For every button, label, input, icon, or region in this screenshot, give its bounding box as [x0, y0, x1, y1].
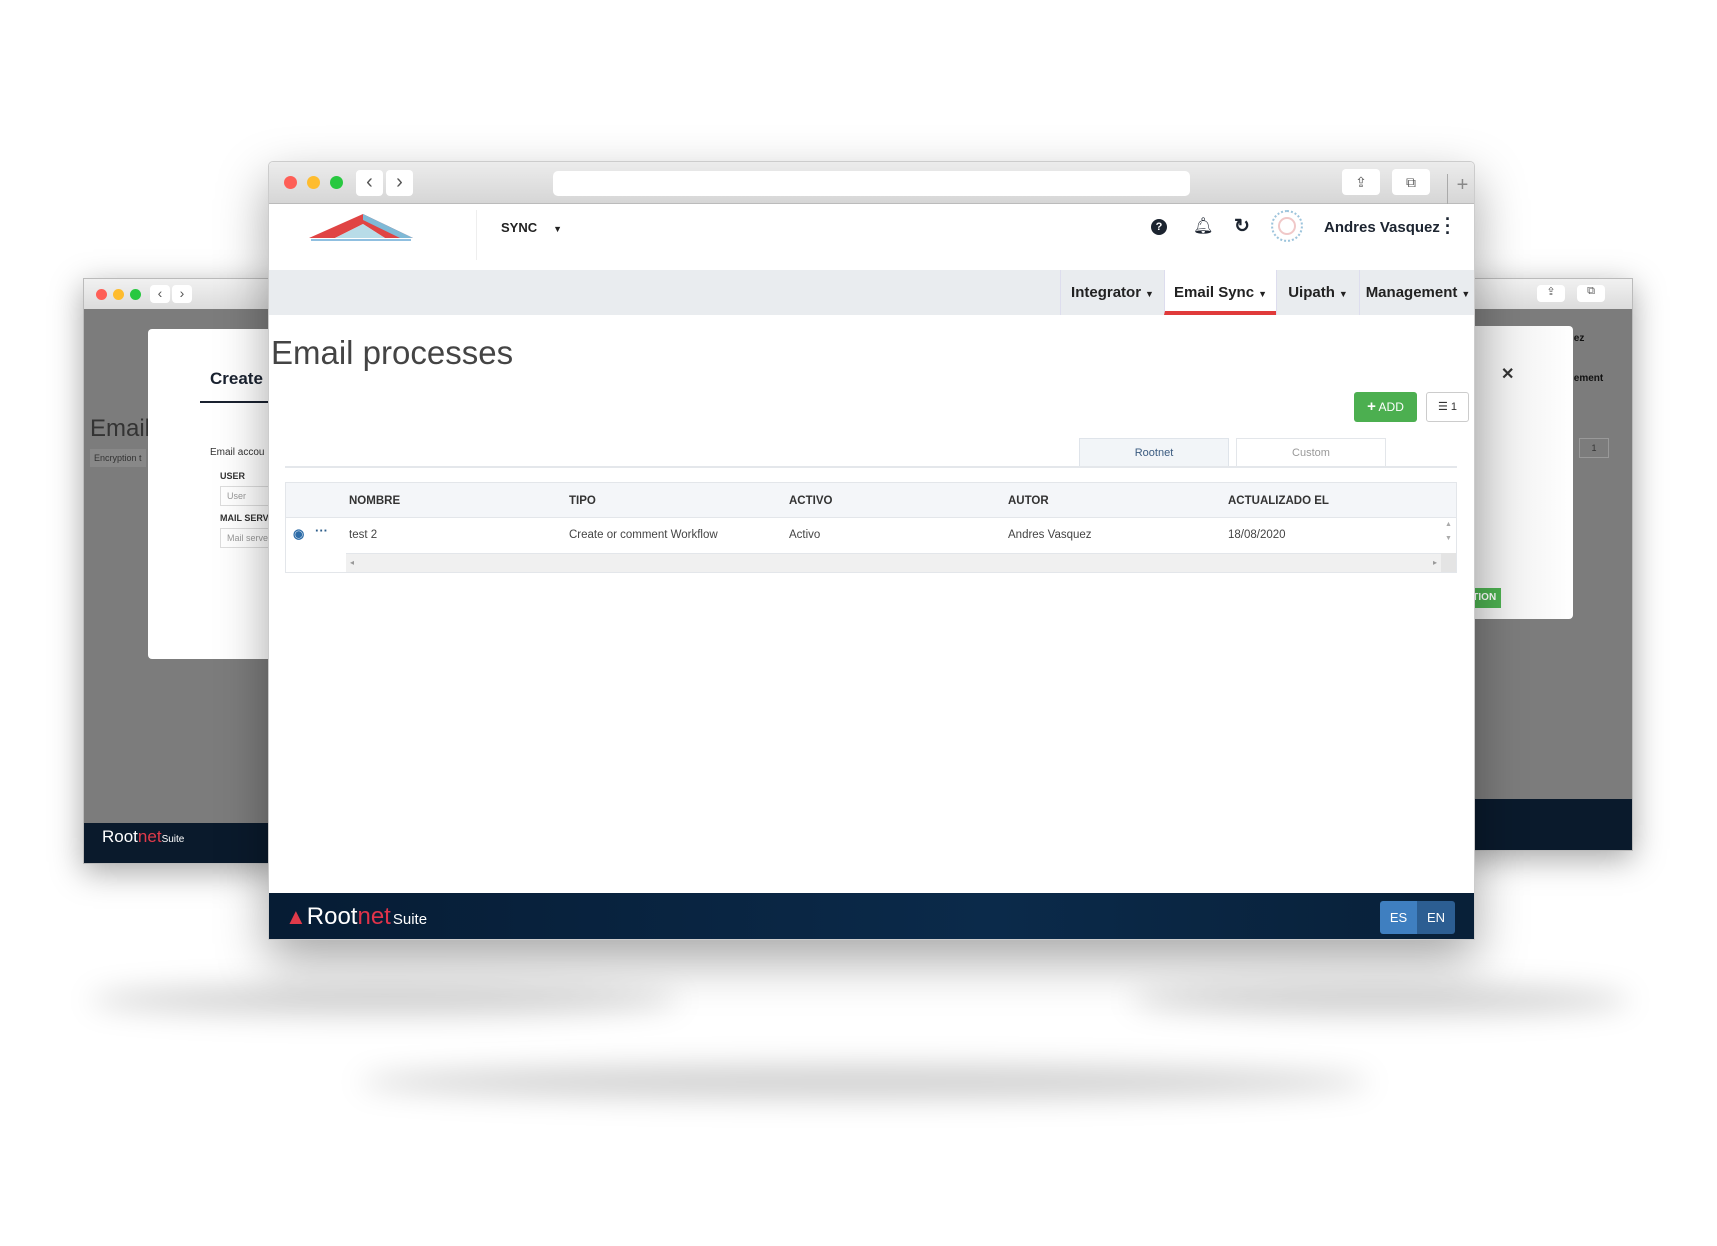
more-icon[interactable]: ··· — [315, 523, 328, 538]
lang-en[interactable]: EN — [1417, 901, 1455, 934]
cell-activo: Activo — [789, 529, 821, 541]
cell-actualizado: 18/08/2020 — [1228, 529, 1286, 541]
footer: ▲Rootnet Suite ES EN — [269, 893, 1474, 939]
col-tipo[interactable]: TIPO — [569, 495, 596, 507]
columns-button[interactable]: ☰ 1 — [1426, 392, 1469, 422]
background-window-right: ⇪ ⧉ squez nagement 1 ✕ ATION — [1460, 278, 1633, 851]
page-title: Email processes — [271, 334, 514, 371]
logo — [309, 214, 413, 241]
bell-icon[interactable]: 🔔︎ — [1193, 216, 1213, 236]
chevron-left-icon[interactable]: ‹ — [356, 170, 383, 196]
chevron-right-icon: › — [172, 285, 192, 303]
tabs-icon: ⧉ — [1577, 285, 1605, 302]
app-select[interactable]: SYNC ▼ — [501, 220, 562, 235]
cell-tipo: Create or comment Workflow — [569, 529, 718, 541]
tabs-icon[interactable]: ⧉ — [1392, 169, 1430, 195]
bg-section-label: Email accou — [210, 447, 265, 458]
main-browser-window: ‹ › ⇪ ⧉ + SYNC ▼ ? 🔔︎ ↻ Andres Vasquez · ·… — [268, 161, 1475, 940]
help-icon[interactable]: ? — [1151, 219, 1167, 235]
bg-dialog: Create e Email accou USER User MAIL SERV… — [148, 329, 282, 659]
chevron-left-icon: ‹ — [150, 285, 170, 303]
share-icon[interactable]: ⇪ — [1342, 169, 1380, 195]
caret-down-icon: ▼ — [553, 224, 563, 234]
bg-encryption-tab: Encryption t — [90, 449, 146, 467]
col-activo[interactable]: ACTIVO — [789, 495, 832, 507]
bg-user-label: USER — [220, 471, 246, 481]
cell-autor: Andres Vasquez — [1008, 529, 1092, 541]
nav-email-sync[interactable]: Email Sync ▼ — [1164, 270, 1276, 315]
close-icon: ✕ — [1501, 366, 1515, 383]
horizontal-scrollbar[interactable]: ◂ ▸ — [346, 553, 1441, 572]
chevron-right-icon[interactable]: › — [386, 170, 413, 196]
add-button[interactable]: + ADD — [1354, 392, 1417, 422]
footer-brand: ▲Rootnet Suite — [285, 903, 428, 930]
list-icon: ☰ — [1437, 401, 1448, 413]
plus-icon[interactable]: + — [1447, 174, 1474, 204]
bg-footer-brand: RootnetSuite — [84, 823, 282, 863]
bg-mail-label: MAIL SERVI — [220, 513, 272, 523]
nav-management[interactable]: Management ▼ — [1359, 270, 1474, 315]
cell-nombre: test 2 — [349, 529, 378, 541]
brand-triangle-icon: ▲ — [285, 904, 307, 929]
address-bar[interactable] — [553, 171, 1190, 196]
user-name[interactable]: Andres Vasquez — [1324, 219, 1440, 236]
tab-rootnet[interactable]: Rootnet — [1079, 438, 1229, 466]
col-nombre[interactable]: NOMBRE — [349, 495, 400, 507]
col-autor[interactable]: AUTOR — [1008, 495, 1049, 507]
bg-columns-button: 1 — [1579, 438, 1609, 458]
avatar[interactable] — [1271, 210, 1303, 242]
bg-dialog: ✕ ATION — [1461, 326, 1573, 619]
eye-icon[interactable]: ◉ — [293, 526, 304, 542]
tab-custom[interactable]: Custom — [1236, 438, 1386, 466]
bg-page-title: Email — [90, 415, 151, 442]
lang-es[interactable]: ES — [1380, 901, 1417, 934]
col-actualizado[interactable]: ACTUALIZADO EL — [1228, 495, 1329, 507]
kebab-icon[interactable]: · · · — [1445, 210, 1451, 242]
share-icon: ⇪ — [1537, 285, 1565, 302]
processes-table: NOMBRE TIPO ACTIVO AUTOR ACTUALIZADO EL … — [285, 482, 1457, 573]
main-nav: Integrator ▼ Email Sync ▼ Uipath ▼ Manageme… — [269, 270, 1474, 315]
nav-uipath[interactable]: Uipath ▼ — [1276, 270, 1359, 315]
background-window-left: ‹ › Email Encryption t Create e Email ac… — [83, 278, 283, 864]
refresh-icon[interactable]: ↻ — [1234, 215, 1250, 238]
vertical-scrollbar[interactable]: ▲ ▼ — [1441, 518, 1456, 553]
plus-icon: + — [1367, 398, 1376, 415]
nav-integrator[interactable]: Integrator ▼ — [1060, 270, 1164, 315]
